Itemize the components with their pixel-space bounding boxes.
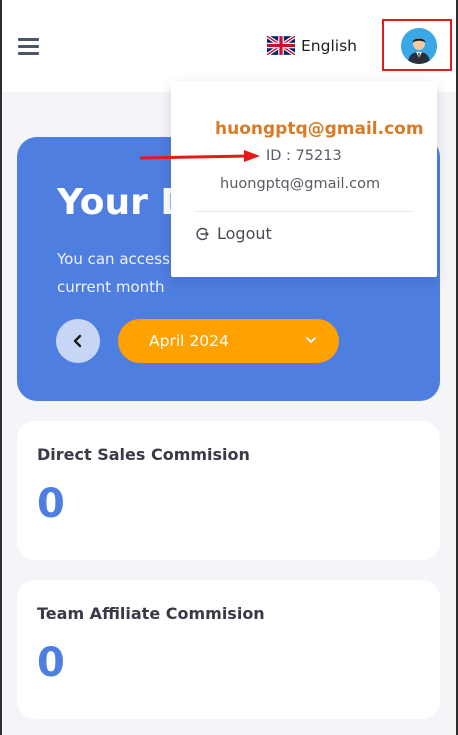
language-selector[interactable]: English [267, 36, 357, 55]
card-value: 0 [37, 640, 65, 686]
chevron-left-icon [73, 334, 82, 348]
previous-month-button[interactable] [56, 319, 100, 363]
top-bar: English [0, 0, 458, 92]
user-email-highlight: huongptq@gmail.com [215, 119, 424, 139]
language-label: English [301, 36, 357, 55]
user-email: huongptq@gmail.com [220, 176, 381, 192]
logout-label: Logout [217, 224, 272, 243]
user-avatar-icon[interactable] [401, 28, 437, 64]
direct-sales-commission-card: Direct Sales Commision 0 [17, 421, 440, 560]
hamburger-menu-icon[interactable] [18, 38, 40, 56]
avatar-highlight-box [382, 19, 452, 71]
user-dropdown-menu: huongptq@gmail.com ID : 75213 huongptq@g… [171, 81, 437, 277]
month-select-value: April 2024 [149, 332, 229, 350]
month-select[interactable]: April 2024 [118, 319, 339, 363]
window-frame-left [0, 0, 2, 735]
chevron-down-icon [306, 337, 316, 343]
uk-flag-icon [267, 36, 295, 55]
annotation-arrow-icon [139, 150, 260, 162]
hero-description-line-2: current month [57, 278, 165, 296]
card-value: 0 [37, 481, 65, 527]
logout-button[interactable]: Logout [196, 224, 272, 243]
menu-divider [195, 211, 413, 212]
team-affiliate-commission-card: Team Affiliate Commision 0 [17, 580, 440, 719]
user-id: ID : 75213 [266, 148, 342, 164]
card-title: Team Affiliate Commision [37, 604, 265, 623]
card-title: Direct Sales Commision [37, 445, 250, 464]
logout-icon [196, 227, 209, 240]
